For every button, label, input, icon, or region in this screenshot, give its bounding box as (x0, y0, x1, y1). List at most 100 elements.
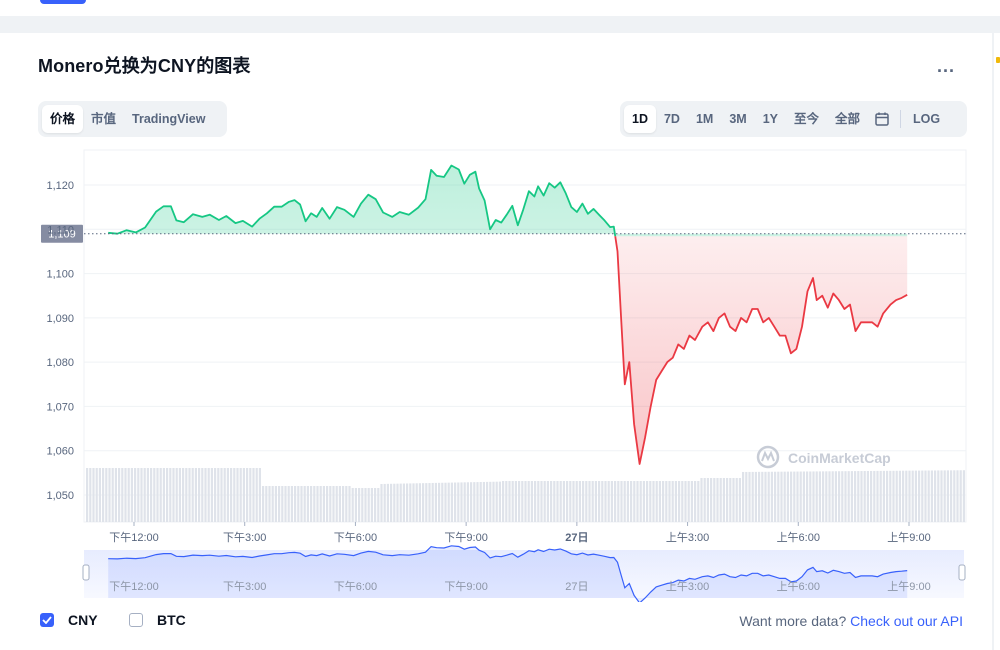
volume-bar (489, 481, 492, 522)
navigator-tick-label: 下午6:00 (334, 580, 377, 593)
volume-bar (825, 471, 828, 522)
range-1d[interactable]: 1D (624, 105, 656, 133)
log-scale-toggle[interactable]: LOG (905, 105, 948, 133)
volume-bar (726, 478, 729, 522)
volume-bar (665, 481, 668, 522)
area-down (615, 236, 908, 464)
volume-bar (530, 481, 533, 522)
volume-bar (274, 486, 277, 522)
x-tick-label: 下午3:00 (223, 531, 266, 544)
volume-bar (633, 481, 636, 522)
volume-bar (182, 468, 185, 522)
volume-bar (473, 482, 476, 522)
volume-bar (902, 470, 905, 522)
range-1m[interactable]: 1M (688, 105, 721, 133)
volume-bar (210, 468, 213, 522)
price-chart[interactable]: 1,109 CoinMarketCap 1,0501,0601,0701,080… (0, 140, 1000, 602)
tab-price[interactable]: 价格 (42, 105, 84, 133)
volume-bar (799, 471, 802, 522)
volume-bar (716, 478, 719, 522)
more-options-button[interactable]: ... (937, 56, 955, 77)
volume-bar (911, 470, 914, 522)
volume-bar (89, 468, 92, 522)
volume-bar (882, 470, 885, 522)
volume-bar (879, 470, 882, 522)
volume-bar (262, 486, 265, 522)
check-icon[interactable] (40, 613, 54, 627)
volume-bar (838, 471, 841, 522)
volume-bar (134, 468, 137, 522)
volume-bar (505, 481, 508, 522)
range-1y[interactable]: 1Y (755, 105, 786, 133)
volume-bar (946, 470, 949, 522)
volume-bar (374, 488, 377, 522)
tab-market-cap[interactable]: 市值 (83, 105, 124, 133)
volume-bar (786, 471, 789, 522)
navigator-tick-label: 下午3:00 (223, 580, 266, 593)
volume-bar (466, 482, 469, 522)
range-7d[interactable]: 7D (656, 105, 688, 133)
volume-bar (316, 486, 319, 522)
api-link[interactable]: Check out our API (850, 613, 963, 629)
volume-bar (553, 481, 556, 522)
y-tick-label: 1,050 (46, 490, 74, 502)
volume-bar (364, 488, 367, 522)
checkbox-empty[interactable] (129, 613, 143, 627)
volume-bar (703, 478, 706, 522)
volume-bar (348, 486, 351, 522)
calendar-icon[interactable] (868, 105, 896, 133)
volume-bar (306, 486, 309, 522)
range-navigator[interactable]: 下午12:00 下午3:00 下午6:00 下午9:00 27日 上午3:00 上午6:00… (82, 545, 966, 602)
volume-bar (607, 481, 610, 522)
volume-bar (930, 470, 933, 522)
legend-btc[interactable]: BTC (129, 612, 186, 628)
volume-bar (732, 478, 735, 522)
volume-bar (575, 481, 578, 522)
legend-cny[interactable]: CNY (40, 612, 98, 628)
volume-bar (431, 482, 434, 522)
volume-bar (710, 478, 713, 522)
volume-bar (844, 471, 847, 522)
range-3m[interactable]: 3M (721, 105, 754, 133)
volume-bar (582, 481, 585, 522)
volume-bar (770, 471, 773, 522)
range-all[interactable]: 全部 (827, 105, 868, 133)
volume-bar (642, 481, 645, 522)
volume-bar (130, 468, 133, 522)
volume-bar (543, 481, 546, 522)
volume-bar (889, 470, 892, 522)
tab-tradingview[interactable]: TradingView (124, 105, 213, 133)
volume-bar (255, 468, 258, 522)
volume-bar (463, 482, 466, 522)
volume-bar (818, 471, 821, 522)
volume-bar (482, 481, 485, 522)
volume-bar (454, 482, 457, 522)
volume-bar (98, 468, 101, 522)
volume-bar (502, 481, 505, 522)
volume-bar (492, 481, 495, 522)
volume-bar (540, 481, 543, 522)
volume-bar (332, 486, 335, 522)
volume-bar (175, 468, 178, 522)
volume-bar (559, 481, 562, 522)
volume-bar (444, 482, 447, 522)
volume-bar (774, 471, 777, 522)
volume-bar (646, 481, 649, 522)
volume-bar (527, 481, 530, 522)
volume-bar (684, 481, 687, 522)
volume-bar (662, 481, 665, 522)
volume-bar (367, 488, 370, 522)
volume-bar (322, 486, 325, 522)
volume-bar (310, 486, 313, 522)
volume-bar (550, 481, 553, 522)
volume-bar (313, 486, 316, 522)
volume-bar (921, 470, 924, 522)
volume-bar (345, 486, 348, 522)
volume-bar (204, 468, 207, 522)
volume-bar (498, 481, 501, 522)
volume-bar (626, 481, 629, 522)
volume-bar (857, 471, 860, 522)
volume-bar (303, 486, 306, 522)
range-ytd[interactable]: 至今 (786, 105, 827, 133)
volume-bar (694, 481, 697, 522)
